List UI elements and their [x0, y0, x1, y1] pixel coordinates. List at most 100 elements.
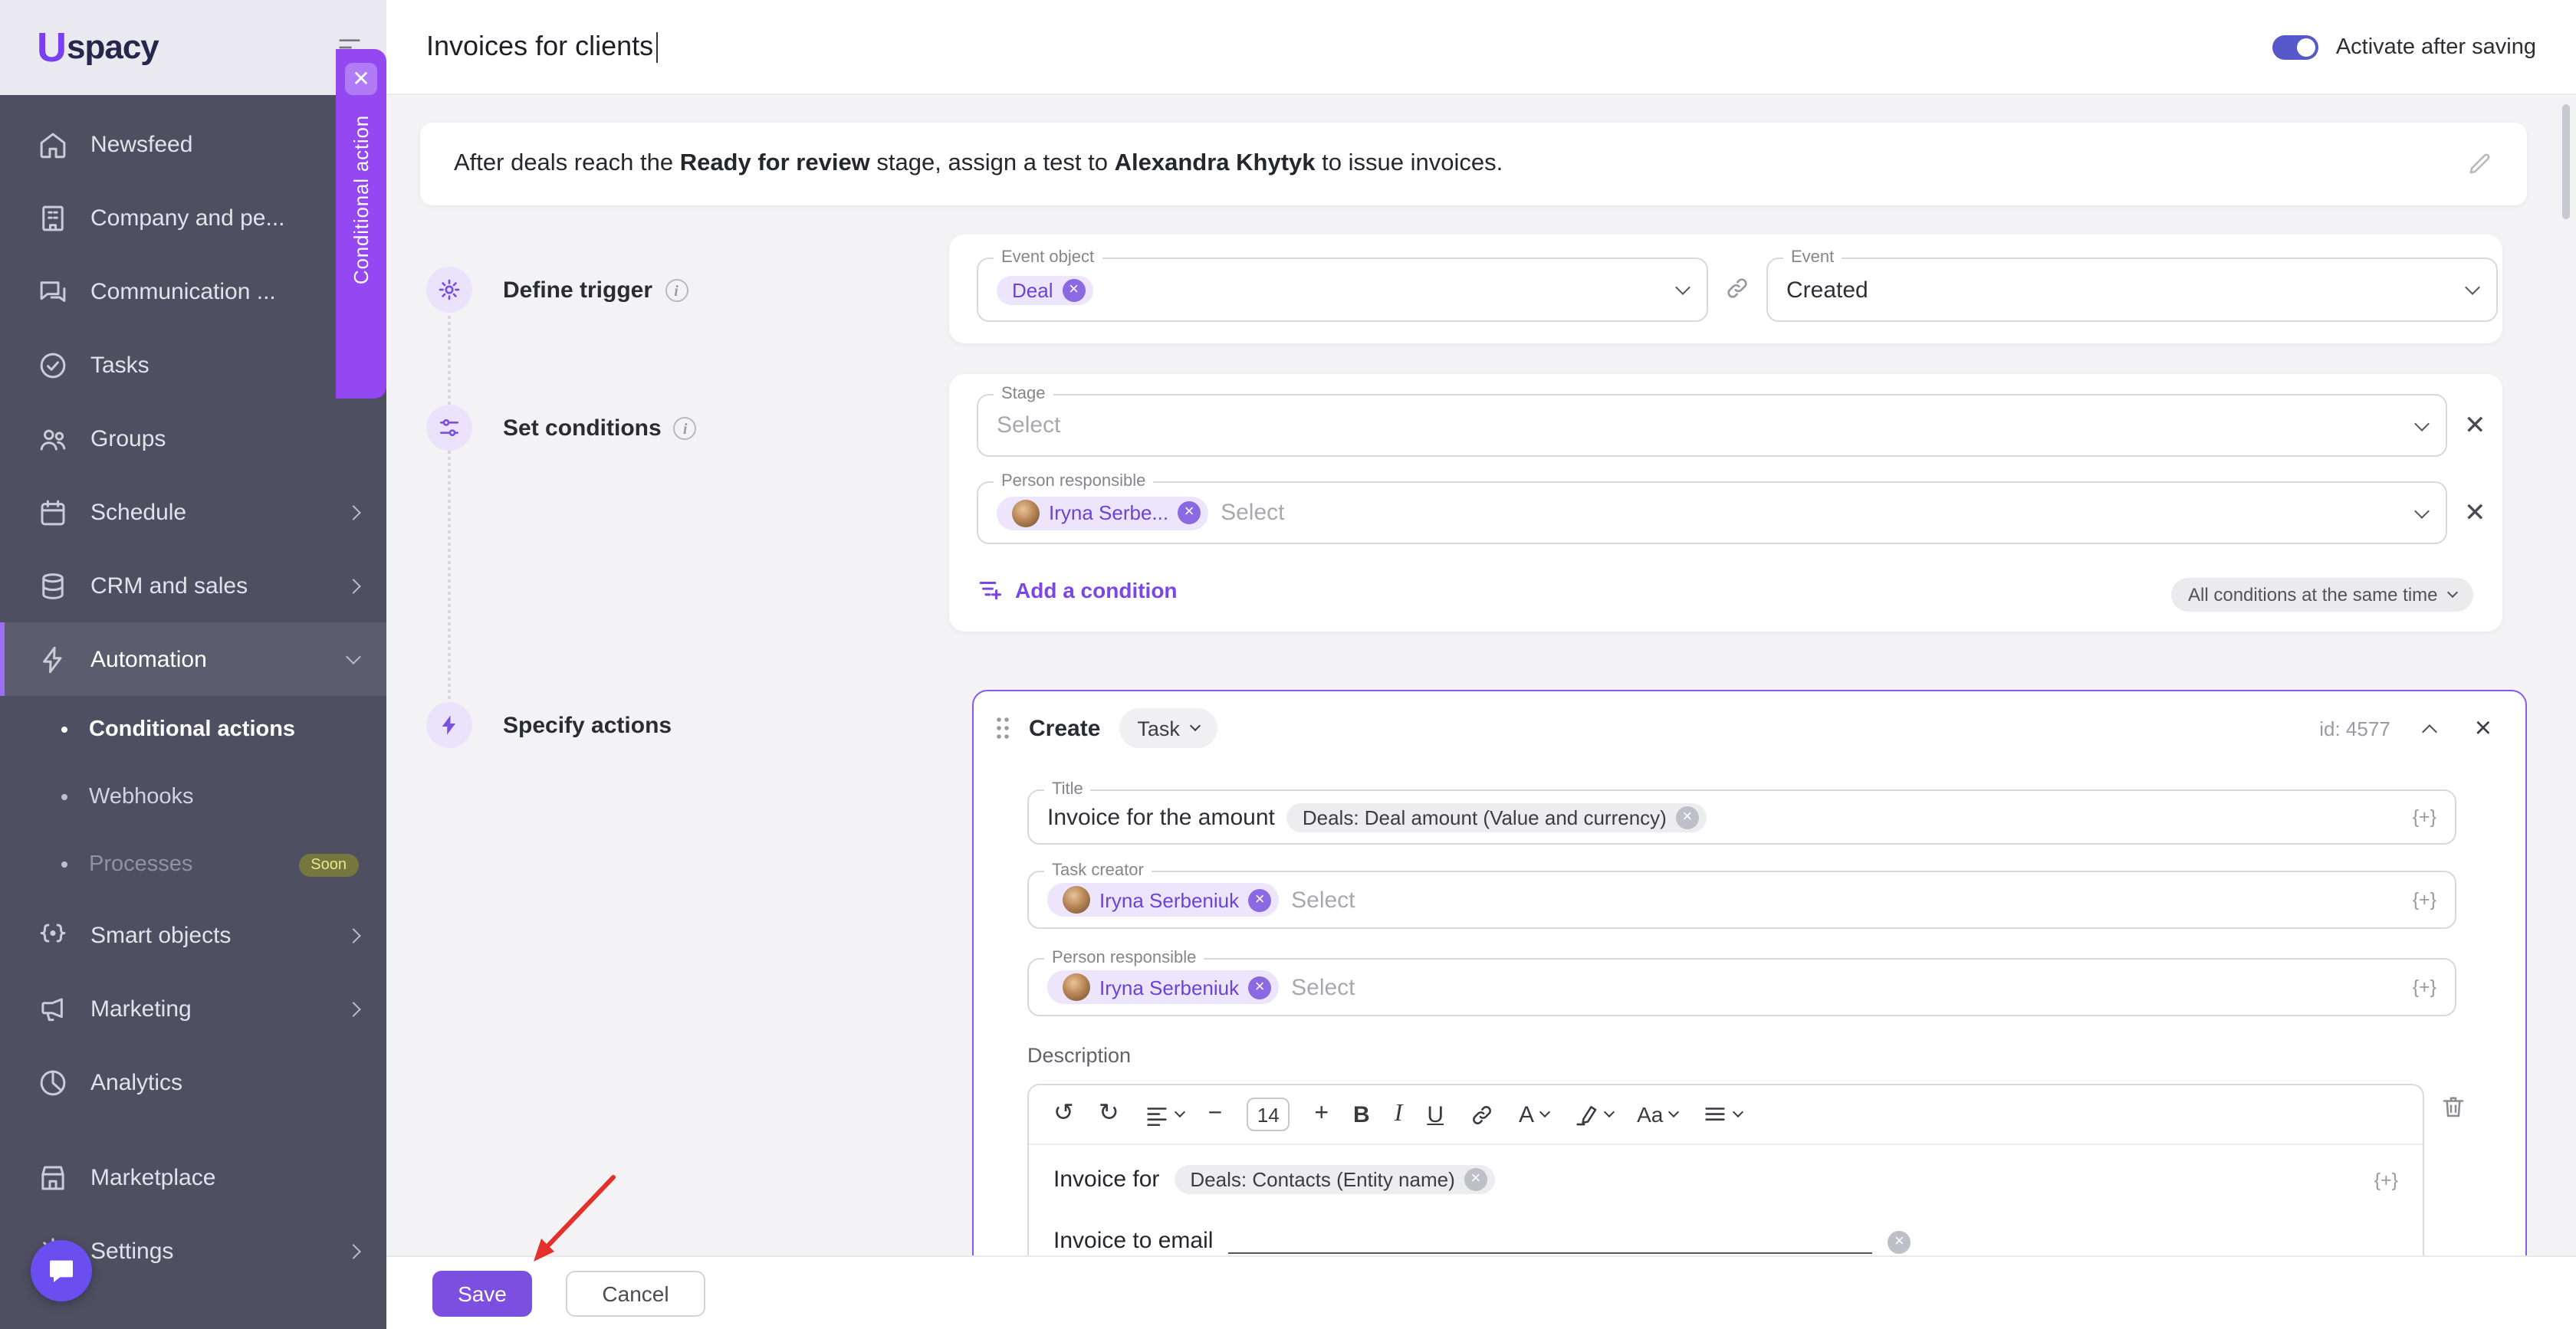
sidebar-item-processes[interactable]: ProcessesSoon: [0, 831, 386, 898]
remove-token-icon[interactable]: ×: [1464, 1168, 1487, 1191]
align-button[interactable]: [1144, 1101, 1184, 1127]
sidebar-item-label: Communication ...: [90, 278, 327, 304]
sidebar-item-label: Groups: [90, 425, 359, 451]
insert-variable-button[interactable]: {+}: [2413, 976, 2436, 998]
sidebar-item-label: Newsfeed: [90, 131, 359, 157]
tasks-icon: [37, 349, 69, 381]
task-title-field[interactable]: Title Invoice for the amount Deals: Deal…: [1027, 789, 2456, 845]
sidebar-item-label: Webhooks: [89, 785, 359, 809]
redo-button[interactable]: ↻: [1099, 1102, 1119, 1127]
info-icon[interactable]: i: [674, 417, 697, 440]
scrollbar[interactable]: [2562, 104, 2570, 219]
activate-toggle[interactable]: [2273, 34, 2319, 59]
sidebar-item-schedule[interactable]: Schedule: [0, 475, 386, 549]
editor-body[interactable]: Invoice for Deals: Contacts (Entity name…: [1029, 1145, 2423, 1254]
logo-text: spacy: [67, 28, 159, 67]
responsible-chip[interactable]: Iryna Serbeniuk×: [1047, 970, 1279, 1004]
sidebar-item-crm-and-sales[interactable]: CRM and sales: [0, 549, 386, 622]
list-align-button[interactable]: [1701, 1101, 1741, 1127]
deal-amount-token[interactable]: Deals: Deal amount (Value and currency)×: [1287, 802, 1707, 832]
remove-chip-icon[interactable]: ×: [1248, 888, 1271, 911]
text-color-button[interactable]: A: [1519, 1101, 1548, 1127]
conditions-panel: Stage Select ✕ Person responsible Iryna …: [949, 374, 2502, 632]
field-label: Event: [1783, 248, 1842, 268]
deal-chip[interactable]: Deal×: [997, 275, 1093, 304]
automation-icon: [37, 643, 69, 675]
sidebar-item-webhooks[interactable]: Webhooks: [0, 763, 386, 831]
actions-step-icon: [426, 702, 472, 748]
chevron-right-icon: [346, 1001, 361, 1016]
sidebar-item-company-and-pe[interactable]: Company and pe...: [0, 181, 386, 254]
highlight-button[interactable]: [1572, 1101, 1612, 1127]
stage-select[interactable]: Stage Select: [977, 394, 2447, 457]
main-content: Invoices for clients Activate after savi…: [386, 0, 2576, 1329]
sidebar-item-smart-objects[interactable]: Smart objects: [0, 898, 386, 972]
remove-chip-icon[interactable]: ×: [1178, 501, 1201, 524]
action-id: id: 4577: [2319, 717, 2390, 740]
creator-chip[interactable]: Iryna Serbeniuk×: [1047, 883, 1279, 917]
sidebar-item-communication[interactable]: Communication ...: [0, 254, 386, 328]
editor-text: Invoice to email: [1053, 1228, 1213, 1254]
plus-button[interactable]: +: [1314, 1102, 1329, 1127]
logo[interactable]: Uspacy: [0, 0, 386, 95]
sidebar-item-conditional-actions[interactable]: Conditional actions: [0, 696, 386, 763]
text-case-button[interactable]: Aa: [1637, 1102, 1677, 1127]
task-responsible-field[interactable]: Person responsible Iryna Serbeniuk× Sele…: [1027, 958, 2456, 1016]
remove-token-icon[interactable]: ×: [1676, 806, 1699, 829]
insert-variable-button[interactable]: {+}: [2374, 1169, 2398, 1190]
sidebar-item-marketing[interactable]: Marketing: [0, 972, 386, 1045]
text-cursor: [656, 31, 658, 62]
sidebar-item-label: CRM and sales: [90, 573, 327, 599]
sidebar-item-label: Conditional actions: [89, 717, 359, 742]
topbar: Invoices for clients Activate after savi…: [386, 0, 2576, 95]
insert-variable-button[interactable]: {+}: [2413, 889, 2436, 911]
sidebar-item-label: Tasks: [90, 352, 359, 378]
sidebar-item-groups[interactable]: Groups: [0, 402, 386, 475]
cancel-button[interactable]: Cancel: [566, 1270, 705, 1316]
close-action-icon[interactable]: ×: [2475, 714, 2492, 743]
edit-icon[interactable]: [2466, 150, 2493, 178]
add-condition-button[interactable]: Add a condition: [977, 576, 1178, 602]
italic-button[interactable]: I: [1395, 1101, 1403, 1128]
sidebar-item-analytics[interactable]: Analytics: [0, 1045, 386, 1119]
editor-text: Invoice for: [1053, 1167, 1159, 1193]
collapse-icon[interactable]: [2422, 724, 2437, 739]
sidebar-item-marketplace[interactable]: Marketplace: [0, 1140, 386, 1214]
remove-chip-icon[interactable]: ×: [1248, 976, 1271, 999]
undo-button[interactable]: ↺: [1053, 1102, 1074, 1127]
person-chip[interactable]: Iryna Serbe...×: [997, 496, 1208, 530]
automation-title-input[interactable]: Invoices for clients: [426, 31, 653, 63]
remove-chip-icon[interactable]: ×: [1063, 278, 1086, 301]
person-responsible-select[interactable]: Person responsible Iryna Serbe...× Selec…: [977, 481, 2447, 544]
sidebar-item-newsfeed[interactable]: Newsfeed: [0, 107, 386, 181]
minus-button[interactable]: −: [1208, 1102, 1223, 1127]
event-object-select[interactable]: Event object Deal×: [977, 258, 1708, 322]
sidebar-item-label: Processes: [89, 852, 274, 877]
event-select[interactable]: Event Created: [1766, 258, 2498, 322]
font-size-button[interactable]: 14: [1247, 1098, 1290, 1131]
save-button[interactable]: Save: [432, 1270, 532, 1316]
drag-handle-icon[interactable]: [995, 716, 1010, 740]
insert-variable-button[interactable]: {+}: [2413, 806, 2436, 828]
remove-condition-icon[interactable]: ✕: [2464, 412, 2486, 438]
sidebar-menu: Newsfeed Company and pe... Communication .…: [0, 95, 386, 1288]
conditional-action-tab-label: Conditional action: [350, 115, 373, 284]
sidebar-item-automation[interactable]: Automation: [0, 622, 386, 696]
link-button[interactable]: [1468, 1101, 1494, 1127]
conditions-mode-selector[interactable]: All conditions at the same time: [2171, 578, 2473, 612]
action-type-selector[interactable]: Task: [1119, 708, 1218, 748]
remove-token-icon[interactable]: ×: [1888, 1231, 1911, 1254]
schedule-icon: [37, 496, 69, 528]
chat-bubble-button[interactable]: [31, 1240, 92, 1301]
info-icon[interactable]: i: [665, 279, 688, 302]
underline-button[interactable]: U: [1427, 1101, 1444, 1127]
sidebar-item-tasks[interactable]: Tasks: [0, 328, 386, 402]
sidebar-item-label: Schedule: [90, 499, 327, 525]
contacts-token[interactable]: Deals: Contacts (Entity name)×: [1175, 1165, 1494, 1194]
delete-action-icon[interactable]: [2440, 1093, 2467, 1121]
bold-button[interactable]: B: [1353, 1101, 1370, 1127]
task-creator-field[interactable]: Task creator Iryna Serbeniuk× Select {+}: [1027, 871, 2456, 929]
remove-condition-icon[interactable]: ✕: [2464, 500, 2486, 526]
close-icon[interactable]: ✕: [345, 63, 377, 95]
conditional-action-tab[interactable]: ✕ Conditional action: [336, 49, 386, 399]
